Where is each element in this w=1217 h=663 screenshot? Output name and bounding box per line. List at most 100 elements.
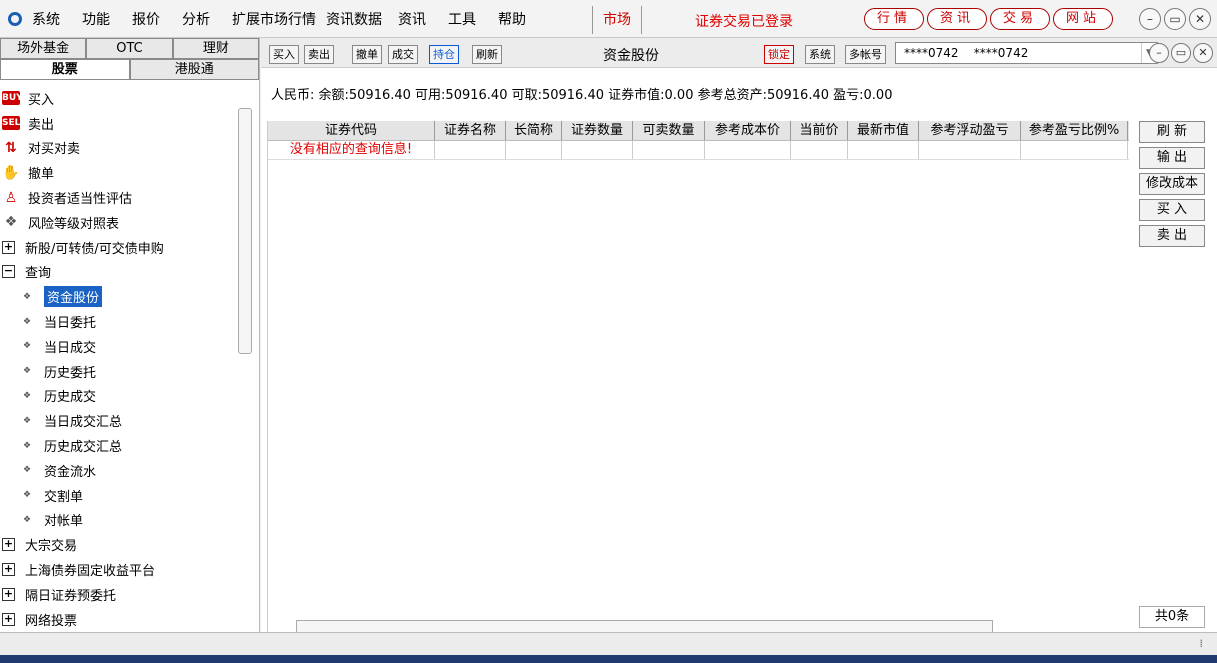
sidebar-scrollbar[interactable] [238, 108, 252, 354]
tree-item-today-summary[interactable]: ❖ 当日成交汇总 [0, 408, 236, 433]
menu-quote[interactable]: 报价 [132, 9, 160, 29]
restore-icon[interactable]: ▭ [1164, 8, 1186, 30]
menu-function[interactable]: 功能 [82, 9, 110, 29]
col-cost-price[interactable]: 参考成本价 [705, 121, 791, 140]
table-cell [791, 141, 848, 159]
main-menubar: 系统 功能 报价 分析 扩展市场行情 资讯数据 资讯 工具 帮助 市场 证券交易… [0, 0, 1217, 38]
menu-info[interactable]: 资讯 [398, 9, 426, 29]
tree-item-query[interactable]: − 查询 [0, 260, 236, 285]
resize-grip-icon[interactable]: ⁞ [1200, 637, 1204, 650]
col-security-code[interactable]: 证券代码 [268, 121, 435, 140]
tree-item-ipo[interactable]: + 新股/可转债/可交债申购 [0, 235, 236, 260]
sell-side-button[interactable]: 卖 出 [1139, 225, 1205, 247]
menu-info-data[interactable]: 资讯数据 [326, 9, 382, 29]
tab-otc[interactable]: OTC [86, 38, 173, 59]
panel-minimize-icon[interactable]: – [1149, 43, 1169, 63]
diamond-icon: ❖ [22, 415, 32, 426]
buy-side-button[interactable]: 买 入 [1139, 199, 1205, 221]
diamond-icon: ❖ [22, 341, 32, 352]
trades-button[interactable]: 成交 [388, 45, 418, 64]
refresh-button[interactable]: 刷新 [472, 45, 502, 64]
col-sellable[interactable]: 可卖数量 [633, 121, 705, 140]
cancel-order-button[interactable]: 撤单 [352, 45, 382, 64]
tree-item-history-trades[interactable]: ❖ 历史成交 [0, 384, 236, 409]
tree-item-settlement[interactable]: ❖ 交割单 [0, 483, 236, 508]
menu-system[interactable]: 系统 [32, 9, 60, 29]
tree-item-sh-bond-platform[interactable]: + 上海债券固定收益平台 [0, 557, 236, 582]
tree-item-suitability[interactable]: ♙ 投资者适当性评估 [0, 185, 236, 210]
table-cell [1021, 141, 1128, 159]
table-cell [919, 141, 1021, 159]
horizontal-scrollbar[interactable] [296, 620, 993, 632]
col-current-price[interactable]: 当前价 [791, 121, 848, 140]
tree-item-block-trade[interactable]: + 大宗交易 [0, 532, 236, 557]
export-button[interactable]: 输 出 [1139, 147, 1205, 169]
panel-restore-icon[interactable]: ▭ [1171, 43, 1191, 63]
tree-item-sell[interactable]: SELL 卖出 [0, 111, 236, 136]
menu-analysis[interactable]: 分析 [182, 9, 210, 29]
close-icon[interactable]: ✕ [1189, 8, 1211, 30]
menu-tools[interactable]: 工具 [448, 9, 476, 29]
tree-item-today-orders[interactable]: ❖ 当日委托 [0, 309, 236, 334]
login-status: 证券交易已登录 [695, 14, 793, 30]
expand-icon[interactable]: + [2, 587, 15, 601]
system-button[interactable]: 系统 [805, 45, 835, 64]
buy-button[interactable]: 买入 [269, 45, 299, 64]
tree-item-history-orders[interactable]: ❖ 历史委托 [0, 359, 236, 384]
trade-button[interactable]: 交易 [990, 8, 1051, 30]
sell-icon: SELL [2, 116, 27, 131]
account-select[interactable]: ****0742 ****0742 ▼ [895, 42, 1158, 64]
tab-otc-fund[interactable]: 场外基金 [0, 38, 87, 59]
col-security-name[interactable]: 证券名称 [435, 121, 506, 140]
hand-icon: ✋ [2, 164, 20, 181]
col-long-name[interactable]: 长简称 [506, 121, 562, 140]
expand-icon[interactable]: + [2, 240, 15, 254]
diamond-icon: ❖ [22, 514, 32, 525]
tree-item-statement[interactable]: ❖ 对帐单 [0, 508, 236, 533]
news-button[interactable]: 资讯 [927, 8, 988, 30]
expand-icon[interactable]: + [2, 538, 15, 552]
expand-icon[interactable]: + [2, 612, 15, 626]
tab-stocks[interactable]: 股票 [0, 59, 130, 80]
table-cell [562, 141, 633, 159]
tree-item-next-day-order[interactable]: + 隔日证券预委托 [0, 582, 236, 607]
menu-extended-market[interactable]: 扩展市场行情 [232, 9, 316, 29]
lock-button[interactable]: 锁定 [764, 45, 794, 64]
tree-item-pair-trade[interactable]: ⇅ 对买对卖 [0, 136, 236, 161]
tree-item-risk-table[interactable]: ❖ 风险等级对照表 [0, 210, 236, 235]
refresh-side-button[interactable]: 刷 新 [1139, 121, 1205, 143]
table-row: 没有相应的查询信息! [268, 141, 1129, 160]
minimize-icon[interactable]: – [1139, 8, 1161, 30]
table-cell [506, 141, 562, 159]
col-pnl-ratio[interactable]: 参考盈亏比例% [1021, 121, 1128, 140]
website-button[interactable]: 网站 [1053, 8, 1114, 30]
edit-cost-button[interactable]: 修改成本 [1139, 173, 1205, 195]
sell-button[interactable]: 卖出 [304, 45, 334, 64]
action-buttons: 刷 新 输 出 修改成本 买 入 卖 出 [1139, 121, 1207, 251]
tree-item-today-trades[interactable]: ❖ 当日成交 [0, 334, 236, 359]
tab-hk-connect[interactable]: 港股通 [129, 59, 259, 80]
market-tab[interactable]: 市场 [592, 6, 642, 34]
diamond-icon: ❖ [22, 366, 32, 377]
diamond-icon: ❖ [22, 291, 32, 302]
tree-item-funds-shares[interactable]: ❖ 资金股份 [0, 284, 236, 309]
tree-item-online-vote[interactable]: + 网络投票 [0, 607, 236, 632]
tab-wealth[interactable]: 理财 [172, 38, 259, 59]
expand-icon[interactable]: + [2, 563, 15, 577]
menu-help[interactable]: 帮助 [498, 9, 526, 29]
tree-item-cancel-order[interactable]: ✋ 撤单 [0, 160, 236, 185]
panel-close-icon[interactable]: ✕ [1193, 43, 1213, 63]
tree-item-history-summary[interactable]: ❖ 历史成交汇总 [0, 433, 236, 458]
table-cell [435, 141, 506, 159]
tree-item-buy[interactable]: BUY 买入 [0, 86, 236, 111]
collapse-icon[interactable]: − [2, 265, 15, 279]
col-market-value[interactable]: 最新市值 [848, 121, 919, 140]
col-quantity[interactable]: 证券数量 [562, 121, 633, 140]
table-cell [633, 141, 705, 159]
col-float-pnl[interactable]: 参考浮动盈亏 [919, 121, 1021, 140]
quote-button[interactable]: 行情 [864, 8, 925, 30]
multi-account-button[interactable]: 多帐号 [845, 45, 886, 64]
holdings-button[interactable]: 持仓 [429, 45, 459, 64]
tree-item-fund-flow[interactable]: ❖ 资金流水 [0, 458, 236, 483]
table-header: 证券代码 证券名称 长简称 证券数量 可卖数量 参考成本价 当前价 最新市值 参… [268, 121, 1129, 141]
